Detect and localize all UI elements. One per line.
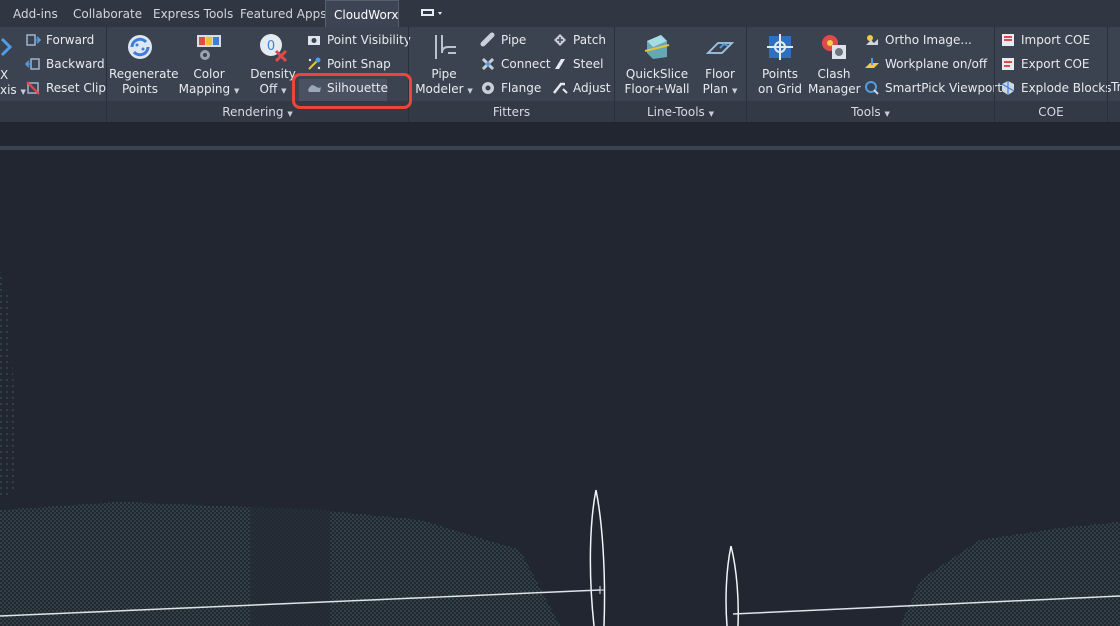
workplane-icon xyxy=(865,58,879,68)
tab-cloudworx[interactable]: CloudWorx xyxy=(325,0,399,27)
steel-button[interactable]: Steel xyxy=(552,54,603,74)
workplane-toggle-button[interactable]: Workplane on/off xyxy=(864,54,987,74)
partial-panel-title-right xyxy=(1108,101,1120,122)
point-cloud-ground-right xyxy=(900,522,1120,626)
regenerate-points-icon xyxy=(128,35,152,59)
point-visibility-button[interactable]: Point Visibility xyxy=(306,30,411,50)
pipe-modeler-label-1: Pipe xyxy=(431,67,457,81)
tab-featured-apps[interactable]: Featured Apps xyxy=(240,0,326,27)
ribbon: X xis ▼ Forward Backward Reset Clip Rege… xyxy=(0,27,1120,122)
drawing-viewport[interactable] xyxy=(0,150,1120,626)
point-snap-highlight-annotation xyxy=(292,73,412,109)
color-mapping-label-1: Color xyxy=(193,67,225,81)
point-visibility-icon xyxy=(308,36,320,45)
density-label-2: Off xyxy=(259,82,278,96)
smartpick-viewport-button[interactable]: SmartPick Viewport xyxy=(864,78,1002,98)
floor-plan-label-1: Floor xyxy=(705,67,735,81)
regenerate-label-2: Points xyxy=(121,82,159,96)
tab-overflow-dropdown[interactable] xyxy=(420,0,444,27)
clash-manager-button[interactable]: Clash Manager xyxy=(808,31,861,97)
coe-panel-title: COE xyxy=(995,101,1107,122)
ortho-image-icon xyxy=(866,35,878,45)
panel-toggle-icon xyxy=(421,9,442,16)
clash-manager-label-1: Clash xyxy=(817,67,851,81)
point-snap-icon xyxy=(308,57,321,70)
tab-collaborate[interactable]: Collaborate xyxy=(73,0,142,27)
patch-button[interactable]: Patch xyxy=(552,30,606,50)
clash-manager-label-2: Manager xyxy=(808,82,861,96)
point-cloud-ground-shadow xyxy=(250,506,330,626)
partial-button-right[interactable]: Tr xyxy=(1111,80,1120,95)
smartpick-icon xyxy=(865,81,879,95)
ribbon-tab-bar: Add-ins Collaborate Express Tools Featur… xyxy=(0,0,1120,28)
clip-panel-title xyxy=(0,101,106,122)
points-on-grid-label-1: Points xyxy=(761,67,799,81)
color-mapping-label-2: Mapping xyxy=(178,82,231,96)
density-label-1: Density xyxy=(250,67,296,81)
polyline-vertex-marker xyxy=(596,586,604,594)
quickslice-icon xyxy=(644,35,670,59)
reset-clip-icon xyxy=(26,81,40,95)
reset-clip-button[interactable]: Reset Clip xyxy=(25,78,106,98)
quickslice-label-1: QuickSlice xyxy=(625,67,689,81)
flange-icon xyxy=(482,82,494,94)
adjust-button[interactable]: Adjust xyxy=(552,78,611,98)
pipe-modeler-icon xyxy=(435,35,456,59)
floor-plan-icon xyxy=(705,42,735,54)
clash-manager-icon xyxy=(822,35,846,59)
import-coe-button[interactable]: Import COE xyxy=(1000,30,1090,50)
connect-icon xyxy=(481,57,495,71)
pole-outline-left xyxy=(589,489,606,626)
fitters-panel-title: Fitters xyxy=(409,101,614,122)
regenerate-points-button[interactable]: Regenerate Points xyxy=(109,31,179,97)
regenerate-label-1: Regenerate xyxy=(109,67,179,81)
forward-icon xyxy=(26,34,41,46)
pipe-icon xyxy=(480,32,495,47)
quickslice-label-2: Floor+Wall xyxy=(624,82,690,96)
floor-plan-label-2: Plan xyxy=(702,82,729,96)
pipe-modeler-button[interactable]: Pipe Modeler ▼ xyxy=(414,31,474,99)
floor-plan-button[interactable]: Floor Plan ▼ xyxy=(698,31,742,99)
flange-button[interactable]: Flange xyxy=(480,78,541,98)
patch-icon xyxy=(554,34,566,46)
import-coe-icon xyxy=(1002,34,1014,46)
export-coe-icon xyxy=(1002,58,1014,70)
ribbon-gap xyxy=(0,122,1120,146)
explode-blocks-icon xyxy=(1001,81,1015,95)
adjust-icon xyxy=(553,82,568,94)
backward-icon xyxy=(25,58,40,70)
connect-button[interactable]: Connect xyxy=(480,54,551,74)
explode-blocks-button[interactable]: Explode Blocks xyxy=(1000,78,1112,98)
color-mapping-icon xyxy=(197,35,221,60)
tab-add-ins[interactable]: Add-ins xyxy=(13,0,58,27)
points-on-grid-icon xyxy=(767,34,793,60)
point-snap-button[interactable]: Point Snap xyxy=(306,54,391,74)
backward-button[interactable]: Backward xyxy=(25,54,105,74)
forward-button[interactable]: Forward xyxy=(25,30,94,50)
tab-express-tools[interactable]: Express Tools xyxy=(153,0,233,27)
ortho-image-button[interactable]: Ortho Image... xyxy=(864,30,972,50)
color-mapping-button[interactable]: Color Mapping ▼ xyxy=(178,31,240,99)
point-cloud-view[interactable] xyxy=(0,150,1120,626)
pipe-modeler-label-2: Modeler xyxy=(415,82,464,96)
svg-text:0: 0 xyxy=(267,39,275,54)
points-on-grid-label-2: on Grid xyxy=(758,82,802,96)
density-off-icon: 0 xyxy=(260,34,288,63)
point-cloud-left-wall xyxy=(0,270,18,500)
steel-beam-icon xyxy=(555,59,565,69)
clip-axis-label-bottom: xis ▼ xyxy=(0,83,26,97)
tools-panel-title[interactable]: Tools ▼ xyxy=(747,101,994,122)
line-tools-panel-title[interactable]: Line-Tools ▼ xyxy=(615,101,746,122)
pipe-button[interactable]: Pipe xyxy=(480,30,526,50)
clip-axis-icon[interactable] xyxy=(0,35,14,61)
export-coe-button[interactable]: Export COE xyxy=(1000,54,1090,74)
